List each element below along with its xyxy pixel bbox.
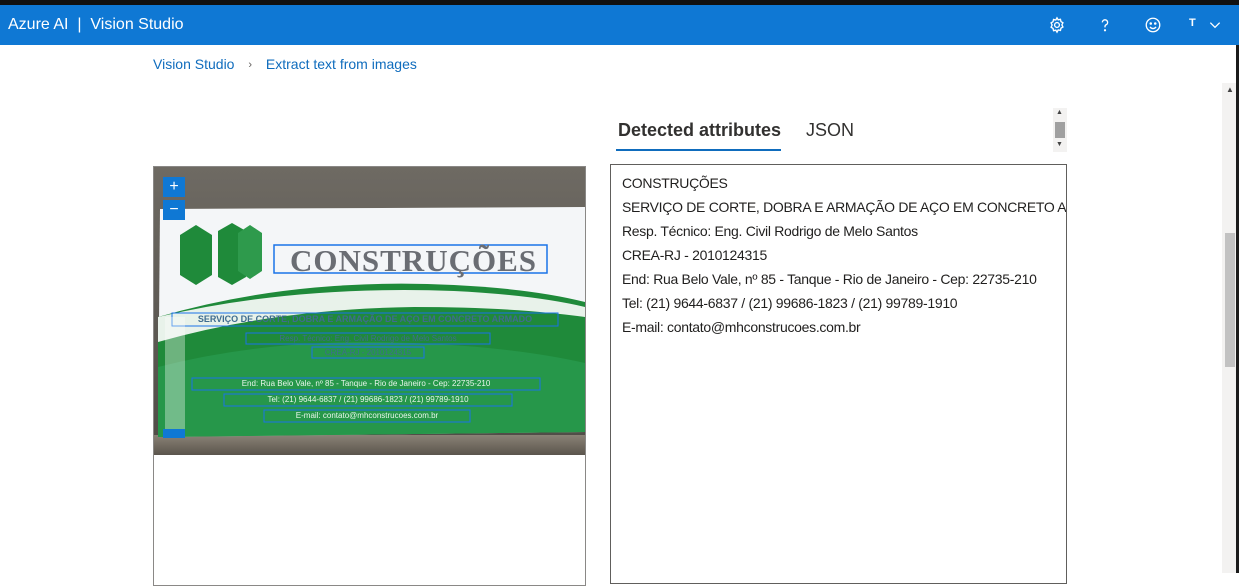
- feedback-smiley-icon[interactable]: [1139, 11, 1167, 39]
- card-line-crea: CREA-RJ - 2010124315: [324, 348, 412, 357]
- chevron-down-icon[interactable]: [1201, 11, 1229, 39]
- active-tab-indicator: [616, 149, 781, 151]
- card-line-email: E-mail: contato@mhconstrucoes.com.br: [295, 411, 439, 420]
- card-line-responsible: Resp. Técnico: Eng. Civil Rodrigo de Mel…: [279, 334, 457, 343]
- zoom-slider-handle[interactable]: [163, 429, 185, 438]
- breadcrumb-current-link[interactable]: Extract text from images: [266, 56, 417, 72]
- tabs-scrollbar[interactable]: ▲ ▼: [1053, 108, 1067, 152]
- result-line: CREA-RJ - 2010124315: [622, 247, 767, 263]
- top-navigation-bar: Azure AI | Vision Studio T: [0, 0, 1239, 45]
- gear-icon[interactable]: [1043, 11, 1071, 39]
- app-title[interactable]: Azure AI | Vision Studio: [8, 16, 184, 34]
- result-line: CONSTRUÇÕES: [622, 175, 728, 191]
- result-line: SERVIÇO DE CORTE, DOBRA E ARMAÇÃO DE AÇO…: [622, 199, 1067, 215]
- card-brand-text: CONSTRUÇÕES: [290, 243, 537, 278]
- help-icon[interactable]: [1091, 11, 1119, 39]
- user-avatar[interactable]: T: [1189, 17, 1196, 29]
- detected-attributes-panel: CONSTRUÇÕES SERVIÇO DE CORTE, DOBRA E AR…: [610, 164, 1067, 584]
- result-line: Tel: (21) 9644-6837 / (21) 99686-1823 / …: [622, 295, 958, 311]
- card-line-phone: Tel: (21) 9644-6837 / (21) 99686-1823 / …: [267, 395, 469, 404]
- page-scrollbar-thumb[interactable]: [1225, 233, 1235, 367]
- tab-detected-attributes[interactable]: Detected attributes: [618, 120, 781, 141]
- scroll-up-arrow-icon[interactable]: ▲: [1226, 85, 1234, 94]
- card-line-services: SERVIÇO DE CORTE, DOBRA E ARMAÇÃO DE AÇO…: [197, 314, 533, 324]
- business-card-photo: CONSTRUÇÕES SERVIÇO DE CORTE, DOBRA E AR…: [154, 167, 585, 455]
- breadcrumb-home-link[interactable]: Vision Studio: [153, 56, 234, 72]
- scroll-up-arrow-icon[interactable]: ▲: [1056, 109, 1063, 116]
- scrollbar-thumb[interactable]: [1055, 122, 1065, 138]
- result-line: End: Rua Belo Vale, nº 85 - Tanque - Rio…: [622, 271, 1037, 287]
- breadcrumb: Vision Studio › Extract text from images: [153, 56, 417, 72]
- image-preview-panel: CONSTRUÇÕES SERVIÇO DE CORTE, DOBRA E AR…: [153, 166, 586, 586]
- zoom-slider-track[interactable]: [165, 317, 185, 435]
- result-line: Resp. Técnico: Eng. Civil Rodrigo de Mel…: [622, 223, 918, 239]
- result-line: E-mail: contato@mhconstrucoes.com.br: [622, 319, 861, 335]
- zoom-out-button[interactable]: −: [163, 200, 185, 220]
- tab-json[interactable]: JSON: [806, 120, 854, 141]
- chevron-right-icon: ›: [248, 59, 253, 71]
- card-line-address: End: Rua Belo Vale, nº 85 - Tanque - Rio…: [241, 379, 491, 388]
- scroll-down-arrow-icon[interactable]: ▼: [1056, 141, 1063, 148]
- zoom-in-button[interactable]: +: [163, 177, 185, 197]
